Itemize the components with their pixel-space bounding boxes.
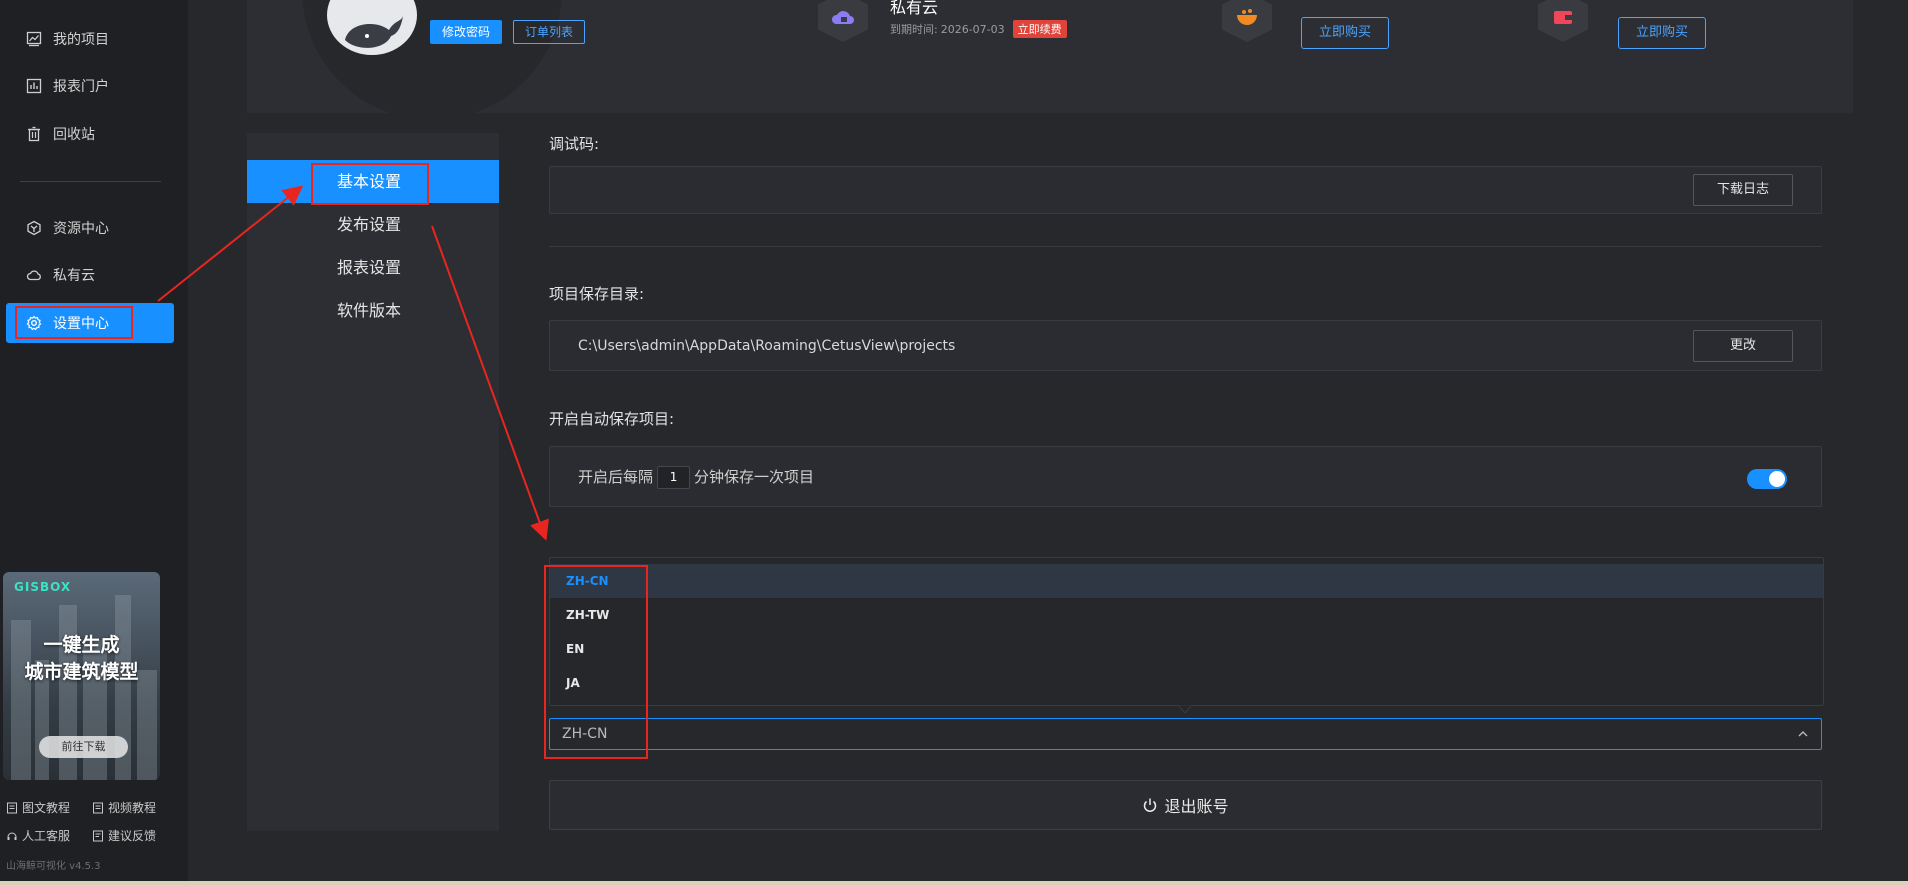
logout-label: 退出账号 <box>1164 797 1229 816</box>
sidebar-item-my-projects[interactable]: 我的项目 <box>6 19 174 59</box>
autosave-box: 开启后每隔 1 分钟保存一次项目 <box>549 446 1822 507</box>
chart-icon <box>24 29 44 49</box>
sidebar-item-label: 设置中心 <box>53 316 109 332</box>
expire-date: 2026-07-03 <box>940 22 1005 36</box>
document-icon <box>7 802 17 813</box>
autosave-suffix: 分钟保存一次项目 <box>694 468 815 486</box>
power-icon <box>1144 798 1157 812</box>
footer-link-video-tutorial[interactable]: 视频教程 <box>92 799 156 816</box>
language-option-ja[interactable]: JA <box>550 666 1823 700</box>
video-icon <box>93 802 103 813</box>
footer-link-customer-service[interactable]: 人工客服 <box>6 827 70 844</box>
sidebar-item-resource-center[interactable]: 资源中心 <box>6 208 174 248</box>
language-select[interactable]: ZH-CN <box>549 718 1822 750</box>
logout-button[interactable]: 退出账号 <box>549 780 1822 830</box>
footer-link-text-tutorial[interactable]: 图文教程 <box>6 799 70 816</box>
sidebar-item-report-portal[interactable]: 报表门户 <box>6 66 174 106</box>
sidebar-item-private-cloud[interactable]: 私有云 <box>6 255 174 295</box>
sidebar-item-settings-center[interactable]: 设置中心 <box>6 303 174 343</box>
save-dir-path: C:\Users\admin\AppData\Roaming\CetusView… <box>578 338 956 354</box>
language-selected-value: ZH-CN <box>562 726 608 742</box>
ad-title-line1: 一键生成 <box>43 634 120 656</box>
sidebar-item-label: 资源中心 <box>53 221 109 237</box>
language-dropdown-menu: ZH-CN ZH-TW EN JA <box>549 557 1824 713</box>
wallet-badge <box>1538 0 1588 42</box>
window-bottom-edge <box>0 881 1908 885</box>
trash-icon <box>24 124 44 144</box>
ad-building <box>137 670 157 780</box>
settings-subnav: 基本设置 发布设置 报表设置 软件版本 <box>247 133 499 831</box>
footer-link-label: 图文教程 <box>22 801 71 815</box>
headset-icon <box>7 832 17 840</box>
sidebar-item-recycle-bin[interactable]: 回收站 <box>6 114 174 154</box>
tab-publish-settings[interactable]: 发布设置 <box>247 203 499 246</box>
language-option-en[interactable]: EN <box>550 632 1823 666</box>
tab-report-settings[interactable]: 报表设置 <box>247 246 499 289</box>
ad-logo: GISBOX <box>14 580 72 594</box>
debug-code-label: 调试码: <box>549 135 600 153</box>
cloud-lock-icon <box>831 11 854 24</box>
save-dir-box: C:\Users\admin\AppData\Roaming\CetusView… <box>549 320 1822 371</box>
sidebar-item-label: 我的项目 <box>53 32 109 48</box>
dropdown-caret-icon <box>1178 705 1192 713</box>
tab-basic-settings[interactable]: 基本设置 <box>247 160 499 203</box>
cloud-icon <box>24 265 44 285</box>
app-version: 山海鲸可视化 v4.5.3 <box>6 861 101 872</box>
ad-title-line2: 城市建筑模型 <box>24 661 139 683</box>
feedback-icon <box>93 830 103 841</box>
wallet-icon <box>1554 11 1572 24</box>
autosave-label: 开启自动保存项目: <box>549 410 675 428</box>
language-option-zh-tw[interactable]: ZH-TW <box>550 598 1823 632</box>
gear-icon <box>24 313 44 333</box>
expire-label: 到期时间: <box>890 23 938 36</box>
resource-icon <box>24 218 44 238</box>
buy-now-button-2[interactable]: 立即购买 <box>1618 17 1706 49</box>
tab-software-version[interactable]: 软件版本 <box>247 289 499 332</box>
buy-now-button-1[interactable]: 立即购买 <box>1301 17 1389 49</box>
autosave-prefix: 开启后每隔 <box>578 468 654 486</box>
section-divider <box>549 246 1822 247</box>
whale-icon <box>345 16 403 48</box>
footer-link-feedback[interactable]: 建议反馈 <box>92 827 156 844</box>
bowl-icon <box>1237 9 1257 25</box>
change-dir-button[interactable]: 更改 <box>1693 330 1793 362</box>
language-option-zh-cn[interactable]: ZH-CN <box>550 564 1823 598</box>
autosave-minutes-input[interactable]: 1 <box>657 465 691 489</box>
sidebar-item-label: 回收站 <box>53 127 95 143</box>
renew-button[interactable]: 立即续费 <box>1012 20 1067 38</box>
account-card: 修改密码 订单列表 私有云 到期时间: 2026-07-03 立即续费 立即购买… <box>247 0 1853 113</box>
report-icon <box>24 76 44 96</box>
debug-code-box: 下载日志 <box>549 166 1822 214</box>
private-cloud-title: 私有云 <box>890 0 939 17</box>
footer-link-label: 视频教程 <box>108 801 157 815</box>
footer-link-label: 人工客服 <box>22 829 71 843</box>
chevron-up-icon <box>1798 731 1808 737</box>
sidebar-divider <box>20 181 161 182</box>
gisbox-ad-banner[interactable]: GISBOX 一键生成 城市建筑模型 前往下载 <box>3 572 160 780</box>
order-list-button[interactable]: 订单列表 <box>513 20 585 44</box>
ad-download-button[interactable]: 前往下载 <box>39 736 128 758</box>
expire-info: 到期时间: 2026-07-03 立即续费 <box>890 20 1067 38</box>
app-sidebar: 我的项目 报表门户 回收站 资源中心 私有云 设置中心 GISBOX 一键生成 … <box>0 0 188 885</box>
service-badge <box>1222 0 1272 42</box>
save-dir-label: 项目保存目录: <box>549 285 645 303</box>
private-cloud-badge <box>818 0 868 42</box>
sidebar-item-label: 报表门户 <box>53 79 109 95</box>
download-log-button[interactable]: 下载日志 <box>1693 174 1793 206</box>
footer-link-label: 建议反馈 <box>108 829 157 843</box>
sidebar-item-label: 私有云 <box>53 268 95 284</box>
ad-title: 一键生成 城市建筑模型 <box>3 632 160 686</box>
autosave-row: 开启后每隔 1 分钟保存一次项目 <box>578 447 814 507</box>
autosave-toggle[interactable] <box>1747 469 1787 489</box>
change-password-button[interactable]: 修改密码 <box>430 20 502 44</box>
